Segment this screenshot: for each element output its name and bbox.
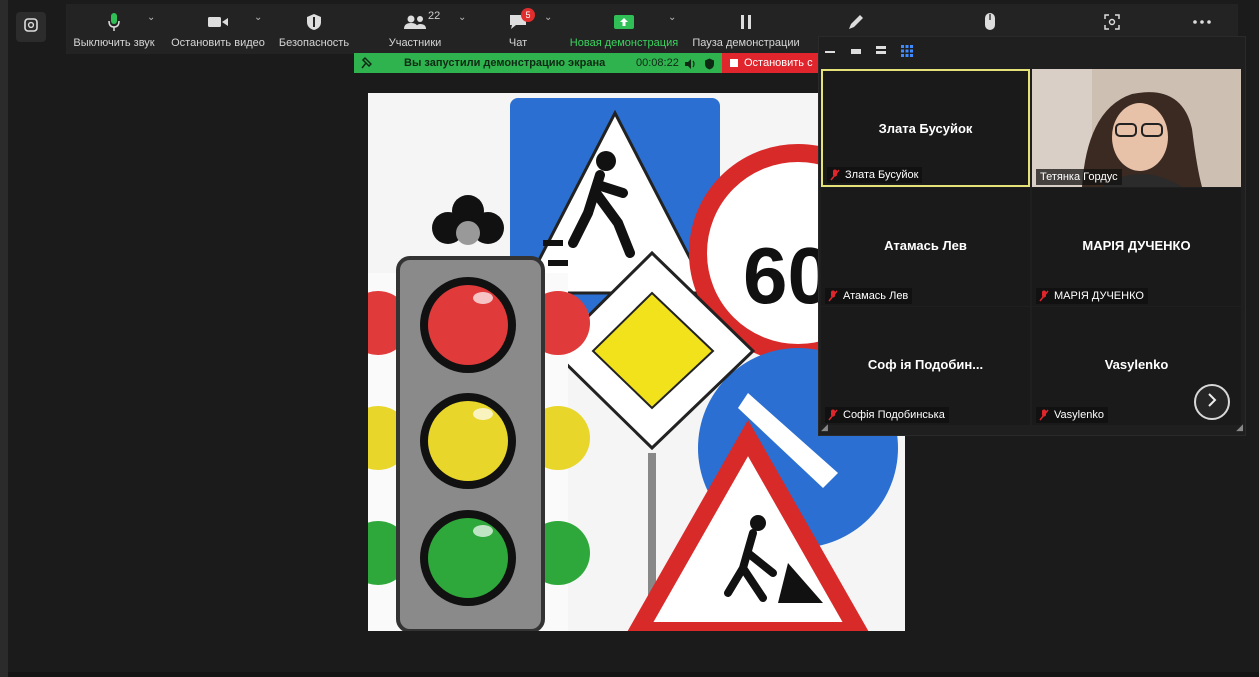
participant-name-tag: Атамась Лев: [825, 288, 913, 305]
new-share-label: Новая демонстрация: [569, 37, 679, 49]
stop-video-label: Остановить видео: [171, 37, 265, 49]
participants-icon: [403, 12, 427, 32]
resize-grip-icon[interactable]: ◢: [1236, 422, 1243, 433]
participant-name-tag: Тетянка Гордус: [1036, 169, 1122, 185]
participant-display-name: Соф ія Подобин...: [867, 357, 984, 372]
participant-name-tag: Софія Подобинська: [825, 407, 949, 423]
security-label: Безопасность: [278, 37, 350, 49]
screenshot-button[interactable]: [16, 12, 46, 42]
security-shield-icon: [704, 57, 715, 75]
annotate-pen-icon: [847, 12, 865, 32]
microphone-icon: [107, 12, 121, 32]
participant-display-name: Злата Бусуйок: [878, 121, 973, 136]
participants-count: 22: [428, 10, 441, 22]
participant-tile[interactable]: Соф ія Подобин... Софія Подобинська: [821, 307, 1030, 425]
more-dots-icon: [1192, 12, 1212, 32]
participant-tile[interactable]: МАРІЯ ДУЧЕНКО МАРІЯ ДУЧЕНКО: [1032, 188, 1241, 306]
gallery-view-controls: [819, 37, 1245, 67]
pause-share-label: Пауза демонстрации: [692, 37, 800, 49]
strip-view-icon[interactable]: [876, 46, 886, 54]
chevron-down-icon[interactable]: ⌄: [544, 12, 552, 23]
pause-share-button[interactable]: Пауза демонстрации: [688, 4, 804, 54]
participant-display-name: Атамась Лев: [884, 238, 967, 253]
stop-icon: [730, 59, 738, 67]
resize-grip-icon[interactable]: ◢: [821, 422, 828, 433]
gallery-grid-icon[interactable]: [901, 44, 913, 62]
pause-icon: [739, 12, 753, 32]
next-page-button[interactable]: [1194, 384, 1230, 420]
stop-share-button[interactable]: Остановить с: [722, 53, 820, 73]
camera-icon: [24, 17, 38, 37]
share-screen-icon: [613, 12, 635, 32]
chat-unread-badge: 5: [521, 8, 535, 22]
muted-mic-icon: [1039, 290, 1049, 305]
mute-label: Выключить звук: [73, 37, 155, 49]
chat-label: Чат: [508, 37, 528, 49]
stop-share-label: Остановить с: [744, 57, 813, 69]
muted-mic-icon: [1039, 409, 1049, 424]
bottom-edge: [8, 672, 1259, 677]
chevron-down-icon[interactable]: ⌄: [147, 12, 155, 23]
video-camera-icon: [207, 12, 229, 32]
speaker-view-icon[interactable]: [851, 49, 861, 54]
pin-icon[interactable]: [360, 56, 373, 75]
muted-mic-icon: [828, 290, 838, 305]
sharing-timer: 00:08:22: [636, 57, 679, 69]
window-edge: [0, 0, 8, 677]
participant-display-name: Vasylenko: [1104, 357, 1169, 372]
participants-gallery: Злата Бусуйок Злата Бусуйок Тетянка Горд…: [818, 36, 1246, 436]
new-share-button[interactable]: Новая демонстрация: [568, 4, 680, 54]
audio-icon: [684, 57, 696, 75]
participants-label: Участники: [388, 37, 442, 49]
shield-icon: [306, 12, 322, 32]
participant-display-name: МАРІЯ ДУЧЕНКО: [1082, 238, 1191, 253]
minimize-icon[interactable]: [825, 51, 835, 53]
muted-mic-icon: [828, 409, 838, 424]
chevron-down-icon[interactable]: ⌄: [668, 12, 676, 23]
chevron-down-icon[interactable]: ⌄: [254, 12, 262, 23]
record-icon: [1103, 12, 1121, 32]
muted-mic-icon: [830, 169, 840, 184]
participant-tile[interactable]: Атамась Лев Атамась Лев: [821, 188, 1030, 306]
participant-video-tile[interactable]: Тетянка Гордус: [1032, 69, 1241, 187]
participant-tile[interactable]: Злата Бусуйок Злата Бусуйок: [821, 69, 1030, 187]
chevron-down-icon[interactable]: ⌄: [458, 12, 466, 23]
participant-name-tag: Vasylenko: [1036, 407, 1108, 423]
remote-control-mouse-icon: [983, 12, 997, 32]
sharing-message: Вы запустили демонстрацию экрана: [404, 57, 606, 69]
participant-name-tag: МАРІЯ ДУЧЕНКО: [1036, 288, 1148, 304]
participant-name-tag: Злата Бусуйок: [827, 167, 923, 184]
chevron-right-icon: [1207, 392, 1217, 412]
zoom-meeting-window: Выключить звук ⌄ Остановить видео ⌄ Безо…: [0, 0, 1259, 677]
security-button[interactable]: Безопасность: [274, 4, 354, 54]
